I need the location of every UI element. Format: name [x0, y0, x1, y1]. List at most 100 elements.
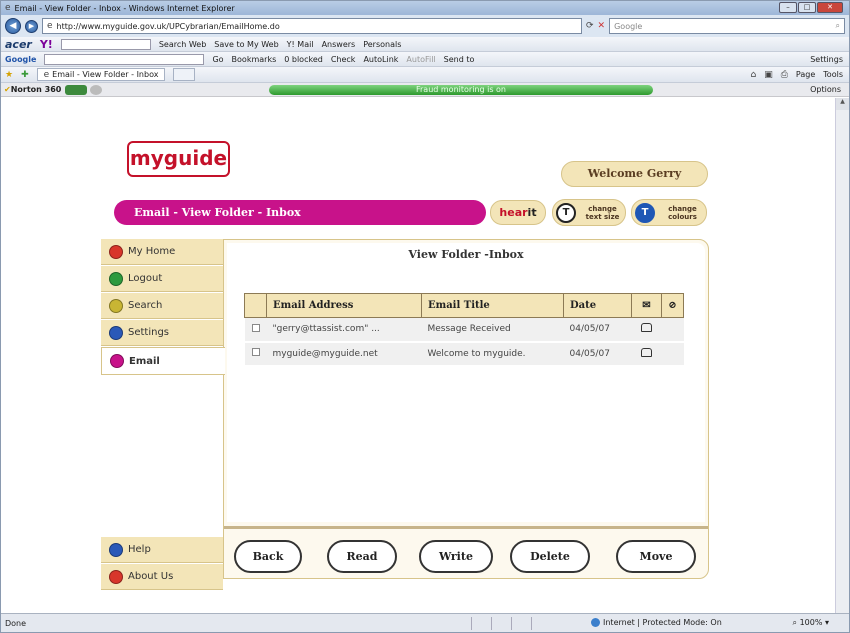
nav-label: Search: [128, 300, 163, 311]
nav-item-about-us[interactable]: About Us: [101, 564, 223, 590]
panel-title: View Folder -Inbox: [408, 248, 524, 261]
norton-options-menu[interactable]: Options: [810, 85, 841, 94]
zone-label: Internet | Protected Mode: On: [603, 618, 722, 627]
settings-icon: [109, 325, 123, 340]
status-divider: [491, 617, 492, 630]
minimize-button[interactable]: –: [779, 2, 797, 13]
panel-divider: [224, 526, 708, 529]
autofill-button[interactable]: AutoFill: [406, 55, 435, 64]
hearit-hear-text: hear: [499, 206, 528, 219]
new-tab-button[interactable]: [173, 68, 196, 81]
autolink-button[interactable]: AutoLink: [363, 55, 398, 64]
maximize-button[interactable]: □: [798, 2, 816, 13]
feeds-icon[interactable]: ▣: [764, 70, 773, 80]
status-divider: [511, 617, 512, 630]
window-title: Email - View Folder - Inbox - Windows In…: [14, 3, 235, 13]
inbox-panel: View Folder -Inbox Email Address Email T…: [223, 239, 709, 579]
search-icon: [109, 298, 123, 313]
vertical-scrollbar[interactable]: ▲: [835, 98, 849, 613]
table-row[interactable]: myguide@myguide.net Welcome to myguide. …: [244, 341, 684, 367]
check-button[interactable]: Check: [331, 55, 356, 64]
read-button[interactable]: Read: [327, 540, 397, 573]
logo-my-text: my: [129, 146, 164, 170]
go-button[interactable]: Go: [212, 55, 223, 64]
security-zone[interactable]: Internet | Protected Mode: On: [591, 618, 722, 627]
scroll-up-arrow[interactable]: ▲: [836, 98, 849, 110]
nav-item-my-home[interactable]: My Home: [101, 239, 223, 265]
email-address-cell[interactable]: "gerry@ttassist.com" ...: [266, 317, 422, 343]
delete-button[interactable]: Delete: [510, 540, 590, 573]
send-to-button[interactable]: Send to: [444, 55, 475, 64]
nav-item-search[interactable]: Search: [101, 293, 223, 319]
myguide-logo[interactable]: myguide: [127, 141, 230, 177]
print-icon[interactable]: ⎙: [781, 70, 788, 80]
write-button[interactable]: Write: [419, 540, 493, 573]
email-date-cell: 04/05/07: [563, 317, 632, 343]
add-favorites-icon[interactable]: ✚: [21, 70, 29, 80]
about-icon: [109, 569, 123, 584]
table-header-row: Email Address Email Title Date ✉ ⊘: [244, 293, 684, 318]
nav-item-help[interactable]: Help: [101, 537, 223, 563]
address-bar: ◀ ▶ e http://www.myguide.gov.uk/UPCybrar…: [1, 15, 849, 37]
google-search-field[interactable]: [44, 53, 205, 65]
yahoo-logo[interactable]: Y!: [40, 38, 53, 51]
tab-email-inbox[interactable]: e Email - View Folder - Inbox: [36, 68, 166, 81]
tools-menu[interactable]: Tools: [823, 70, 843, 80]
page-icon: e: [43, 69, 50, 80]
column-header[interactable]: Email Title: [421, 293, 564, 318]
browser-window: e Email - View Folder - Inbox - Windows …: [0, 0, 850, 633]
stop-icon[interactable]: ✕: [598, 21, 606, 31]
table-row[interactable]: "gerry@ttassist.com" ... Message Receive…: [244, 317, 684, 343]
google-logo[interactable]: Google: [5, 55, 36, 64]
favorites-star-icon[interactable]: ★: [5, 70, 13, 80]
change-text-size-button[interactable]: T change text size: [552, 199, 626, 226]
attachment-cell: [661, 317, 684, 343]
nav-item-email[interactable]: Email: [101, 347, 225, 375]
personals-button[interactable]: Personals: [363, 40, 401, 49]
select-column-header: [244, 293, 267, 318]
norton-status-icon[interactable]: [65, 84, 88, 95]
search-icon[interactable]: ⌕: [836, 21, 840, 31]
envelope-icon: ✉: [642, 300, 651, 311]
email-title-cell[interactable]: Message Received: [421, 317, 564, 343]
search-web-button[interactable]: Search Web: [159, 40, 206, 49]
back-nav-button[interactable]: ◀: [5, 18, 21, 34]
page-icon: e: [47, 21, 53, 31]
change-colours-button[interactable]: T change colours: [631, 199, 707, 226]
page-menu[interactable]: Page: [796, 70, 815, 80]
nav-item-settings[interactable]: Settings: [101, 320, 223, 346]
save-to-my-web-button[interactable]: Save to My Web: [214, 40, 278, 49]
refresh-icon[interactable]: ⟳: [586, 21, 594, 31]
row-checkbox[interactable]: [251, 323, 260, 332]
norton-identity-icon[interactable]: [90, 84, 103, 95]
acer-logo: acer: [5, 37, 32, 51]
nav-label: Logout: [128, 273, 163, 284]
zoom-level[interactable]: ⌕ 100% ▾: [793, 618, 829, 628]
read-status-cell: [631, 317, 662, 343]
yahoo-mail-button[interactable]: Y! Mail: [287, 40, 314, 49]
move-button[interactable]: Move: [616, 540, 696, 573]
search-input[interactable]: Google ⌕: [609, 18, 845, 34]
email-address-cell[interactable]: myguide@myguide.net: [266, 341, 422, 367]
row-checkbox[interactable]: [251, 348, 260, 356]
settings-button[interactable]: Settings: [810, 55, 843, 64]
back-button[interactable]: Back: [234, 540, 302, 573]
hearit-button[interactable]: hearit: [490, 200, 546, 225]
popups-blocked[interactable]: 0 blocked: [284, 55, 323, 64]
inbox-panel-body: [227, 243, 705, 522]
column-header[interactable]: Email Address: [266, 293, 422, 318]
forward-nav-button[interactable]: ▶: [25, 19, 38, 33]
home-icon[interactable]: ⌂: [750, 70, 756, 80]
yahoo-search-field[interactable]: [60, 38, 151, 50]
bookmarks-button[interactable]: Bookmarks: [232, 55, 277, 64]
home-icon: [109, 244, 123, 259]
globe-icon: [591, 618, 600, 627]
nav-item-logout[interactable]: Logout: [101, 266, 223, 292]
answers-button[interactable]: Answers: [322, 40, 356, 49]
email-title-cell[interactable]: Welcome to myguide.: [421, 341, 564, 367]
url-field[interactable]: e http://www.myguide.gov.uk/UPCybrarian/…: [42, 18, 582, 34]
read-status-cell: [631, 341, 662, 367]
column-header[interactable]: Date: [563, 293, 632, 318]
close-button[interactable]: ✕: [817, 2, 843, 13]
row-select-cell: [244, 341, 267, 367]
